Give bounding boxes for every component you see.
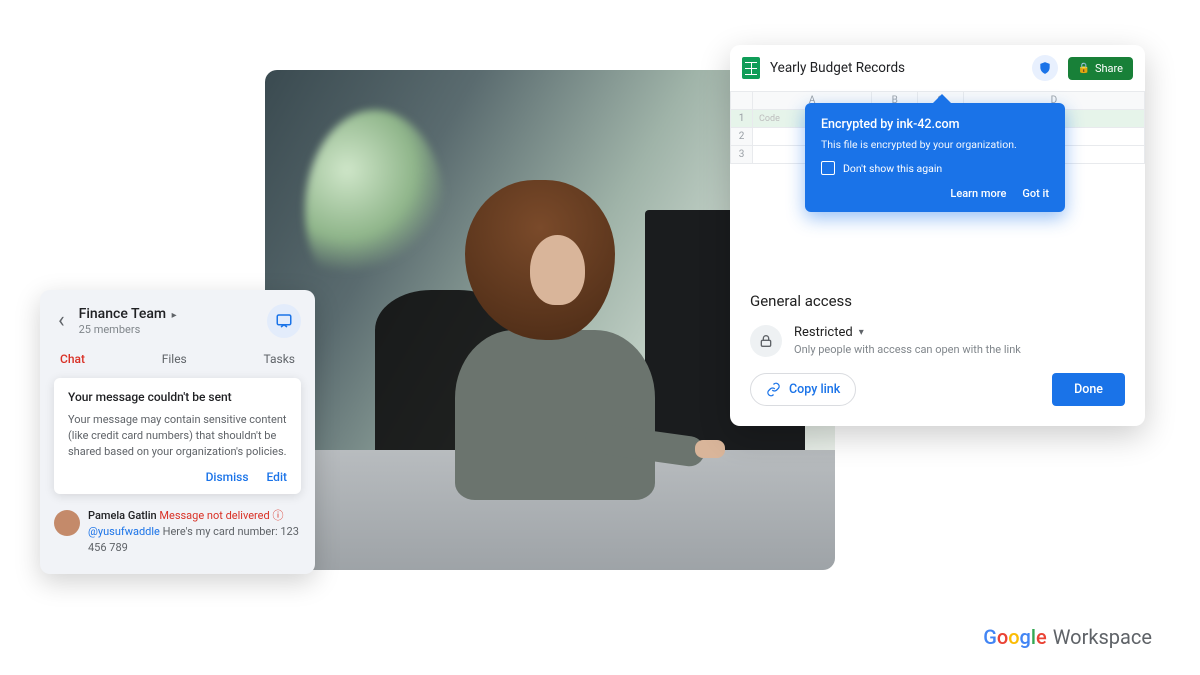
row-header[interactable]: 1 xyxy=(731,110,753,128)
copy-link-label: Copy link xyxy=(789,382,840,397)
encryption-shield-icon[interactable] xyxy=(1032,55,1058,81)
encryption-popover: Encrypted by ink-42.com This file is enc… xyxy=(805,103,1065,212)
lock-icon: 🔒 xyxy=(1078,63,1090,74)
dismiss-button[interactable]: Dismiss xyxy=(206,470,249,484)
done-button[interactable]: Done xyxy=(1052,373,1125,406)
chat-header: ‹ Finance Team ▸ 25 members xyxy=(54,304,301,338)
dont-show-label: Don't show this again xyxy=(843,162,942,175)
encryption-title: Encrypted by ink-42.com xyxy=(821,117,1049,132)
sheets-header: Yearly Budget Records 🔒 Share xyxy=(730,45,1145,91)
access-level-dropdown[interactable]: Restricted ▾ xyxy=(794,325,1021,340)
document-title[interactable]: Yearly Budget Records xyxy=(770,60,1022,76)
corner-cell xyxy=(731,92,753,110)
photo-person xyxy=(435,180,635,480)
back-icon[interactable]: ‹ xyxy=(54,308,69,334)
copy-link-button[interactable]: Copy link xyxy=(750,373,856,406)
tab-tasks[interactable]: Tasks xyxy=(264,352,296,370)
tab-files[interactable]: Files xyxy=(162,352,187,370)
google-wordmark: Google xyxy=(983,625,1047,649)
workspace-word: Workspace xyxy=(1053,625,1152,649)
not-delivered-flag: Message not delivered ⓘ xyxy=(159,509,283,522)
warning-title: Your message couldn't be sent xyxy=(68,390,287,404)
dont-show-checkbox[interactable] xyxy=(821,161,835,175)
chat-card: ‹ Finance Team ▸ 25 members Chat Files T… xyxy=(40,290,315,574)
sheets-icon xyxy=(742,57,760,79)
encryption-body: This file is encrypted by your organizat… xyxy=(821,138,1049,151)
access-level-label: Restricted xyxy=(794,325,853,340)
chat-space-title[interactable]: Finance Team ▸ xyxy=(79,306,257,322)
avatar xyxy=(54,510,80,536)
sheets-share-card: Yearly Budget Records 🔒 Share A B C D 1 … xyxy=(730,45,1145,426)
access-heading: General access xyxy=(750,292,1125,310)
row-header[interactable]: 3 xyxy=(731,146,753,164)
chat-tabs: Chat Files Tasks xyxy=(54,352,301,370)
google-workspace-logo: Google Workspace xyxy=(983,625,1152,649)
chat-space-name: Finance Team xyxy=(79,306,167,322)
tab-chat[interactable]: Chat xyxy=(60,352,85,370)
chevron-down-icon: ▾ xyxy=(859,327,864,338)
share-button-label: Share xyxy=(1095,62,1123,75)
warning-body: Your message may contain sensitive conte… xyxy=(68,412,287,460)
info-icon: ⓘ xyxy=(272,509,283,522)
got-it-button[interactable]: Got it xyxy=(1022,187,1049,200)
edit-button[interactable]: Edit xyxy=(267,470,287,484)
lock-icon xyxy=(750,325,782,357)
learn-more-button[interactable]: Learn more xyxy=(950,187,1006,200)
chevron-right-icon: ▸ xyxy=(172,310,177,321)
access-level-description: Only people with access can open with th… xyxy=(794,343,1021,356)
share-button[interactable]: 🔒 Share xyxy=(1068,57,1134,80)
row-header[interactable]: 2 xyxy=(731,128,753,146)
mention[interactable]: @yusufwaddle xyxy=(88,525,160,538)
member-count: 25 members xyxy=(79,323,257,336)
undelivered-message: Pamela Gatlin Message not delivered ⓘ @y… xyxy=(54,508,301,556)
open-chat-button[interactable] xyxy=(267,304,301,338)
general-access-section: General access Restricted ▾ Only people … xyxy=(730,274,1145,373)
dlp-warning: Your message couldn't be sent Your messa… xyxy=(54,378,301,494)
message-sender: Pamela Gatlin xyxy=(88,509,157,522)
